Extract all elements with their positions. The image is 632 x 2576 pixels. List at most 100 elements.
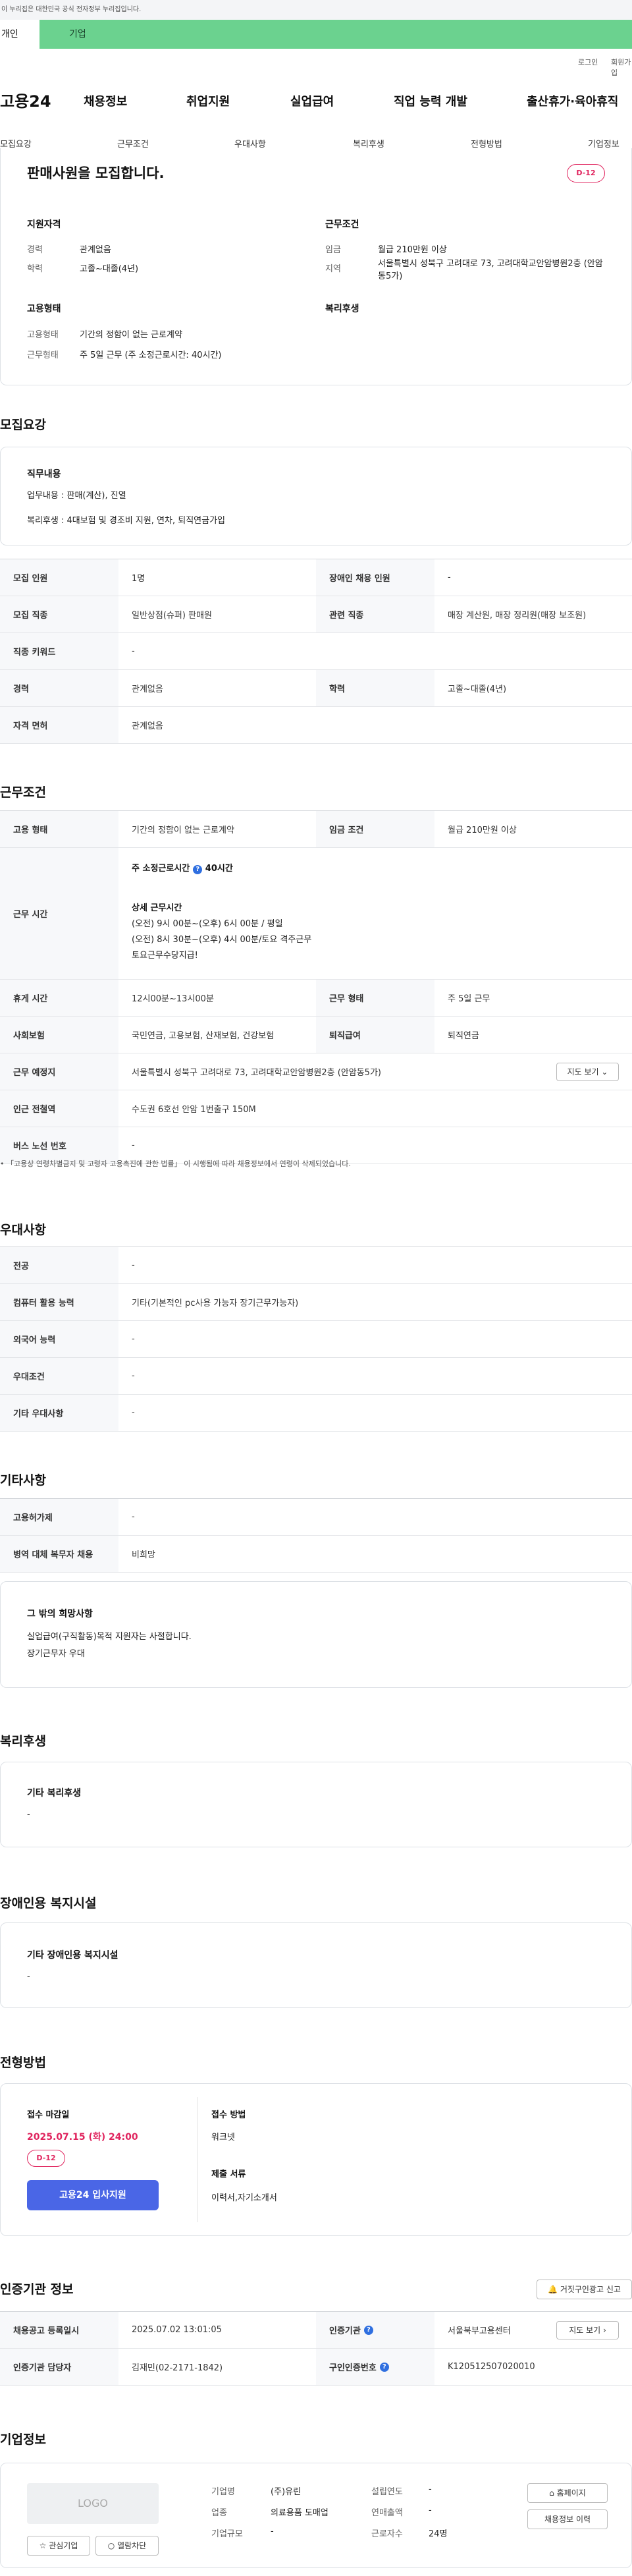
favorite-company-button[interactable]: ☆ 관심기업	[27, 2536, 90, 2556]
emp-type-value: 기간의 정함이 없는 근로계약	[80, 330, 182, 340]
deadline-value: 2025.07.15 (화) 24:00	[27, 2132, 138, 2142]
block-view-button[interactable]: ○ 열람차단	[95, 2536, 159, 2556]
cell-value: 2025.07.02 13:01:05	[132, 2325, 222, 2335]
cell-value: 퇴직연금	[448, 1031, 479, 1041]
cell-value: 서울특별시 성북구 고려대로 73, 고려대학교안암병원2층 (안암동5가)	[132, 1068, 381, 1078]
cell-header: 인증기관?	[316, 2312, 434, 2348]
staff-label: 근로자수	[371, 2529, 403, 2539]
edu-label: 학력	[27, 264, 43, 274]
weekly-hours-label: 주 소정근로시간	[132, 864, 190, 874]
menu-vocational-training[interactable]: 직업 능력 개발	[394, 92, 467, 109]
dday-badge: D-12	[567, 164, 605, 182]
age-law-note-text: 「고용상 연령차별금지 및 고령자 고용촉진에 관한 법률」 이 시행됨에 따라…	[7, 1160, 351, 1168]
table-row: 인증기관 담당자 김재민(02-2171-1842) 구인인증번호? K1205…	[0, 2349, 632, 2386]
tab-company[interactable]: 기업	[40, 20, 632, 49]
cell-value: -	[132, 646, 135, 656]
table-row: 자격 면허 관계없음	[0, 707, 632, 744]
cond-heading: 근무조건	[325, 219, 359, 230]
job-title: 판매사원을 모집합니다.	[27, 165, 165, 181]
cell-header: 기타 우대사항	[0, 1395, 118, 1431]
cell-header: 우대조건	[0, 1358, 118, 1394]
cell-value: -	[132, 1408, 135, 1418]
wish-heading: 그 밖의 희망사항	[27, 1609, 93, 1619]
scale-label: 기업규모	[211, 2529, 243, 2539]
star-icon: ☆	[39, 2541, 47, 2550]
disability-heading: 장애인용 복지시설	[0, 1896, 97, 1911]
login-link[interactable]: 로그인	[578, 57, 598, 67]
recruit-history-button[interactable]: 채용정보 이력	[527, 2509, 608, 2529]
block-icon: ○	[107, 2541, 115, 2550]
agency-map-label: 지도 보기	[569, 2326, 601, 2335]
cell-header: 고용허가제	[0, 1499, 118, 1535]
sales-value: -	[429, 2506, 432, 2515]
agency-table: 채용공고 등록일시 2025.07.02 13:01:05 인증기관? 서울북부…	[0, 2311, 632, 2386]
divider	[197, 2097, 198, 2222]
menu-job-info[interactable]: 채용정보	[84, 92, 127, 109]
table-row: 모집 인원 1명 장애인 채용 인원 -	[0, 559, 632, 596]
docs-value: 이력서,자기소개서	[211, 2193, 277, 2203]
home-icon: ⌂	[549, 2488, 554, 2498]
founded-label: 설립연도	[371, 2487, 403, 2497]
cell-value: 주 5일 근무	[448, 994, 490, 1004]
recruit-table: 모집 인원 1명 장애인 채용 인원 - 모집 직종 일반상점(슈퍼) 판매원 …	[0, 559, 632, 744]
table-row: 기타 우대사항 -	[0, 1395, 632, 1432]
menu-unemployment-benefit[interactable]: 실업급여	[290, 92, 334, 109]
disability-card: 기타 장애인용 복지시설 -	[0, 1922, 632, 2008]
preference-heading: 우대사항	[0, 1223, 46, 1237]
cell-value: 관계없음	[132, 721, 163, 731]
menu-maternity-leave[interactable]: 출산휴가·육아휴직	[527, 92, 618, 109]
age-law-note: • 「고용상 연령차별금지 및 고령자 고용촉진에 관한 법률」 이 시행됨에 …	[0, 1160, 351, 1168]
disability-sub: 기타 장애인용 복지시설	[27, 1950, 118, 1961]
cell-value: 1명	[132, 574, 145, 584]
cell-header: 임금 조건	[316, 811, 434, 847]
sales-label: 연매출액	[371, 2508, 403, 2518]
homepage-label: 홈페이지	[556, 2488, 586, 2498]
cell-value: 관계없음	[132, 685, 163, 694]
cell-header: 병역 대체 복무자 채용	[0, 1536, 118, 1572]
cell-header: 경력	[0, 670, 118, 706]
tab-individual[interactable]: 개인	[0, 20, 40, 49]
etc-heading: 기타사항	[0, 1473, 46, 1488]
emp-type-label: 고용형태	[27, 330, 59, 340]
welfare-value: -	[27, 1810, 30, 1820]
table-row: 우대조건 -	[0, 1358, 632, 1395]
welfare-heading: 복리후생	[325, 304, 359, 314]
map-button[interactable]: 지도 보기 ⌄	[556, 1063, 619, 1081]
table-row: 컴퓨터 활용 능력 기타(기본적인 pc사용 가능자 장기근무가능자)	[0, 1284, 632, 1321]
agency-heading: 인증기관 정보	[0, 2282, 74, 2297]
agency-label: 인증기관	[329, 2326, 361, 2336]
cell-header: 학력	[316, 670, 434, 706]
info-icon[interactable]: ?	[379, 2362, 389, 2372]
cell-value: 비희망	[132, 1550, 155, 1560]
info-icon[interactable]: ?	[363, 2325, 373, 2335]
menu-employment-support[interactable]: 취업지원	[186, 92, 230, 109]
cell-value: 일반상점(슈퍼) 판매원	[132, 611, 212, 621]
report-fake-ad-button[interactable]: 🔔 거짓구인광고 신고	[537, 2280, 632, 2299]
cell-value: -	[448, 573, 451, 582]
homepage-button[interactable]: ⌂ 홈페이지	[527, 2483, 608, 2503]
industry-value: 의료용품 도매업	[271, 2508, 329, 2518]
founded-value: -	[429, 2484, 432, 2494]
company-name-label: 기업명	[211, 2487, 235, 2497]
table-row: 외국어 능력 -	[0, 1321, 632, 1358]
table-row: 사회보험 국민연금, 고용보험, 산재보험, 건강보험 퇴직급여 퇴직연금	[0, 1017, 632, 1053]
cell-header: 근무 시간	[0, 848, 118, 979]
site-logo[interactable]: 고용24	[0, 88, 51, 111]
info-icon[interactable]: ?	[193, 865, 203, 874]
industry-label: 업종	[211, 2508, 227, 2518]
table-row: 직종 키워드 -	[0, 633, 632, 670]
cell-value: 고졸~대졸(4년)	[448, 685, 507, 694]
signup-link[interactable]: 회원가입	[611, 57, 632, 78]
table-row: 휴게 시간 12시00분~13시00분 근무 형태 주 5일 근무	[0, 980, 632, 1017]
etc-table: 고용허가제 - 병역 대체 복무자 채용 비희망	[0, 1498, 632, 1573]
apply-button[interactable]: 고용24 입사지원	[27, 2180, 159, 2210]
table-row: 경력 관계없음 학력 고졸~대졸(4년)	[0, 670, 632, 707]
duty-heading: 직무내용	[27, 469, 61, 480]
welfare-sub: 기타 복리후생	[27, 1788, 82, 1799]
wish-line: 실업급여(구직활동)목적 지원자는 사절합니다.	[27, 1632, 192, 1642]
cell-value: -	[132, 1260, 135, 1270]
report-button-label: 거짓구인광고 신고	[560, 2285, 621, 2294]
cell-header: 자격 면허	[0, 707, 118, 743]
agency-map-button[interactable]: 지도 보기 ›	[556, 2321, 619, 2339]
selection-dday-badge: D-12	[27, 2150, 65, 2167]
